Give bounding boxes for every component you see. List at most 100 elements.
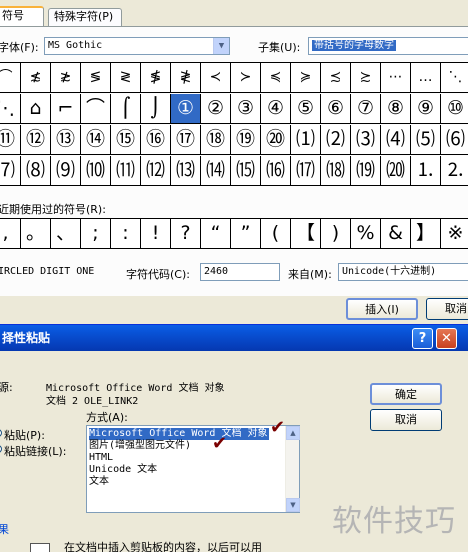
paste-link-label[interactable]: 粘贴链接(L):	[4, 443, 66, 459]
recent-symbol-cell[interactable]: %	[351, 219, 381, 249]
symbol-cell[interactable]: ③	[231, 94, 261, 124]
symbol-cell[interactable]: ⒆	[351, 156, 381, 186]
symbol-cell[interactable]: ⌒	[81, 94, 111, 124]
recent-symbol-cell[interactable]: “	[201, 219, 231, 249]
list-item[interactable]: Microsoft Office Word 文档 对象	[89, 428, 270, 440]
symbol-cell[interactable]: ⒁	[201, 156, 231, 186]
from-dropdown[interactable]: Unicode(十六进制)	[338, 263, 468, 281]
symbol-cell[interactable]: ⑽	[81, 156, 111, 186]
subset-dropdown[interactable]: 带括号的字母数字	[308, 37, 468, 55]
listbox-scrollbar[interactable]: ▲ ▼	[285, 426, 300, 512]
list-item[interactable]: 文本	[89, 476, 109, 488]
scroll-up-icon[interactable]: ▲	[286, 426, 300, 440]
symbol-cell[interactable]: ≻	[231, 63, 261, 93]
char-code-input[interactable]: 2460	[200, 263, 280, 281]
symbol-cell[interactable]: ⑩	[441, 94, 468, 124]
symbol-cell[interactable]: ≹	[171, 63, 201, 93]
symbol-cell[interactable]: ⑲	[231, 125, 261, 155]
symbol-cell[interactable]: ≺	[201, 63, 231, 93]
symbol-cell[interactable]: ⒈	[411, 156, 441, 186]
symbol-cell[interactable]: ⑺	[0, 156, 21, 186]
symbol-cell[interactable]: ⋱	[441, 63, 468, 93]
scroll-down-icon[interactable]: ▼	[286, 498, 300, 512]
tab-special-characters[interactable]: 特殊字符(P)	[48, 8, 122, 26]
recent-symbol-cell[interactable]: ;	[81, 219, 111, 249]
symbol-cell[interactable]: ⋯	[381, 63, 411, 93]
symbol-cell[interactable]: ⌠	[111, 94, 141, 124]
symbol-cell[interactable]: ⑼	[51, 156, 81, 186]
insert-button[interactable]: 插入(I)	[346, 298, 418, 320]
tab-symbols[interactable]: 符号(S)	[0, 6, 44, 38]
recent-symbol-cell[interactable]: &	[381, 219, 411, 249]
symbol-cell[interactable]: ⑫	[21, 125, 51, 155]
paste-as-listbox[interactable]: Microsoft Office Word 文档 对象 图片(增强型图元文件) …	[86, 425, 300, 513]
recent-symbol-cell[interactable]: 】	[411, 219, 441, 249]
symbol-cell[interactable]: ≵	[51, 63, 81, 93]
symbol-cell[interactable]: ⑪	[0, 125, 21, 155]
symbol-cell[interactable]: ②	[201, 94, 231, 124]
paste-cancel-button[interactable]: 取消	[370, 409, 442, 431]
symbol-cell[interactable]: …	[411, 63, 441, 93]
recent-symbol-cell[interactable]: :	[111, 219, 141, 249]
symbol-cell[interactable]: ⑦	[351, 94, 381, 124]
recent-symbol-cell[interactable]: 、	[51, 219, 81, 249]
symbol-cell[interactable]: ⒉	[441, 156, 468, 186]
symbol-cell[interactable]: ⒃	[261, 156, 291, 186]
paste-label[interactable]: 粘贴(P):	[4, 427, 45, 443]
symbol-cell[interactable]: ≷	[111, 63, 141, 93]
symbol-cell[interactable]: ⌐	[51, 94, 81, 124]
list-item[interactable]: Unicode 文本	[89, 464, 157, 476]
symbol-cell[interactable]: ⑮	[111, 125, 141, 155]
recent-symbol-cell[interactable]: !	[141, 219, 171, 249]
list-item[interactable]: 图片(增强型图元文件)	[89, 440, 191, 452]
symbol-cell[interactable]: ⑿	[141, 156, 171, 186]
ok-button[interactable]: 确定	[370, 383, 442, 405]
symbol-cell-selected[interactable]: ①	[171, 94, 201, 124]
recent-symbol-cell[interactable]: ?	[171, 219, 201, 249]
symbol-cell[interactable]: ≾	[321, 63, 351, 93]
symbol-cell[interactable]: ⌡	[141, 94, 171, 124]
recent-symbol-cell[interactable]: 。	[21, 219, 51, 249]
recent-symbol-cell[interactable]: (	[261, 219, 291, 249]
list-item[interactable]: HTML	[89, 452, 113, 464]
symbol-cell[interactable]: ⑵	[321, 125, 351, 155]
symbol-cell[interactable]: ④	[261, 94, 291, 124]
symbol-cell[interactable]: ⑧	[381, 94, 411, 124]
symbol-cell[interactable]: ⑴	[291, 125, 321, 155]
symbol-cell[interactable]: ⑱	[201, 125, 231, 155]
recent-symbol-cell[interactable]: )	[321, 219, 351, 249]
recent-symbol-cell[interactable]: 【	[291, 219, 321, 249]
symbol-cell[interactable]: ⑹	[441, 125, 468, 155]
symbol-cell[interactable]: ⒄	[291, 156, 321, 186]
symbol-cell[interactable]: ⑳	[261, 125, 291, 155]
recent-symbol-cell[interactable]: ,	[0, 219, 21, 249]
symbol-cell[interactable]: ⑾	[111, 156, 141, 186]
close-button[interactable]: ✕	[436, 328, 457, 349]
symbol-cell[interactable]: ⑶	[351, 125, 381, 155]
symbol-cell[interactable]: ⑸	[411, 125, 441, 155]
symbol-cell[interactable]: ≶	[81, 63, 111, 93]
chevron-down-icon[interactable]: ▼	[213, 38, 229, 54]
recent-symbol-cell[interactable]: ※	[441, 219, 468, 249]
paste-radio[interactable]	[0, 429, 2, 437]
symbol-cell[interactable]: ⑻	[21, 156, 51, 186]
symbol-cell[interactable]: ⑬	[51, 125, 81, 155]
symbol-cell[interactable]: ⒀	[171, 156, 201, 186]
symbol-cell[interactable]: ≽	[291, 63, 321, 93]
symbol-cell[interactable]: ⒅	[321, 156, 351, 186]
symbol-cell[interactable]: ⑤	[291, 94, 321, 124]
symbol-cell[interactable]: ≿	[351, 63, 381, 93]
symbol-cell[interactable]: ⑯	[141, 125, 171, 155]
symbol-cell[interactable]: ⑥	[321, 94, 351, 124]
symbol-cell[interactable]: ⋱	[0, 94, 21, 124]
symbol-cell[interactable]: ⌂	[21, 94, 51, 124]
symbol-cell[interactable]: ⌒	[0, 63, 21, 93]
recent-symbol-cell[interactable]: ”	[231, 219, 261, 249]
symbol-cell[interactable]: ≴	[21, 63, 51, 93]
font-dropdown[interactable]: MS Gothic ▼	[44, 37, 230, 55]
symbol-cell[interactable]: ⒇	[381, 156, 411, 186]
paste-link-radio[interactable]	[0, 445, 2, 453]
help-button[interactable]: ?	[412, 328, 433, 349]
symbol-cell[interactable]: ⑷	[381, 125, 411, 155]
symbol-cell[interactable]: ≸	[141, 63, 171, 93]
